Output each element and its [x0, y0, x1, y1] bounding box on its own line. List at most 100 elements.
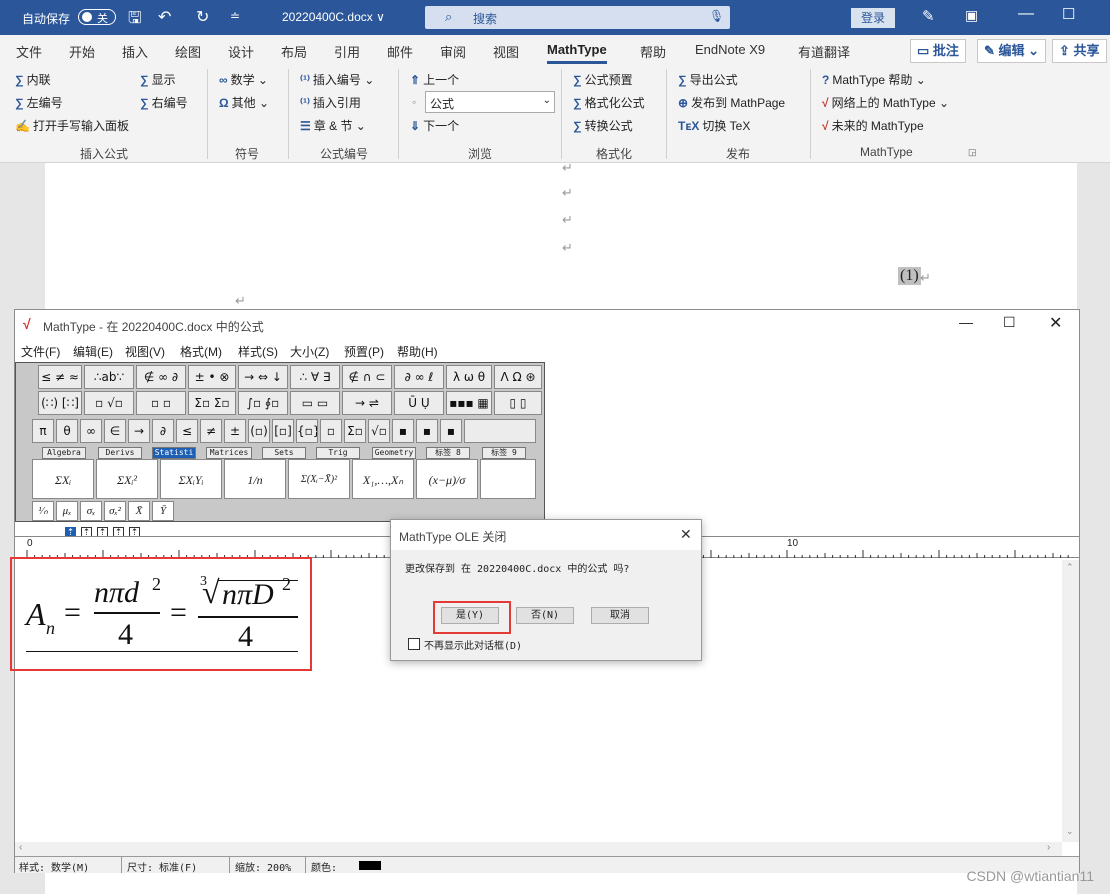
- share-button[interactable]: ⇪ 共享: [1052, 39, 1107, 63]
- tab-youdao[interactable]: 有道翻译: [798, 42, 850, 61]
- small-template-y-bar[interactable]: Ȳ: [152, 501, 174, 521]
- palette-fractions[interactable]: ▫ √▫: [84, 391, 134, 415]
- template-braces[interactable]: {▫}: [296, 419, 318, 443]
- palette-embellishments[interactable]: ∉ ∞ ∂: [136, 365, 186, 389]
- small-template-1-over-n[interactable]: ¹⁄ₙ: [32, 501, 54, 521]
- tab-statistics[interactable]: Statisti: [152, 447, 196, 459]
- menu-help[interactable]: 帮助(H): [397, 343, 438, 360]
- document-name[interactable]: 20220400C.docx ∨: [282, 10, 385, 24]
- symbol-neq[interactable]: ≠: [200, 419, 222, 443]
- browse-type-select[interactable]: ◦ 公式 ⌄: [412, 91, 555, 113]
- palette-empty-slot[interactable]: [464, 419, 536, 443]
- symbol-partial[interactable]: ∂: [152, 419, 174, 443]
- palette-sets[interactable]: ∉ ∩ ⊂: [342, 365, 392, 389]
- publish-mathpage-button[interactable]: ⊕ 发布到 MathPage: [678, 94, 785, 111]
- insert-number-button[interactable]: ⁽¹⁾ 插入编号 ⌄: [300, 71, 374, 88]
- template-parens[interactable]: (▫): [248, 419, 270, 443]
- handwriting-panel-button[interactable]: ✍ 打开手写输入面板: [15, 117, 129, 134]
- left-number-button[interactable]: ∑ 左编号: [15, 94, 63, 111]
- tab-derivs[interactable]: Derivs: [98, 447, 142, 459]
- right-number-button[interactable]: ∑ 右编号: [140, 94, 188, 111]
- tab-view[interactable]: 视图: [493, 42, 519, 61]
- small-template-x-bar[interactable]: X̄: [128, 501, 150, 521]
- small-template-mu[interactable]: μₓ: [56, 501, 78, 521]
- template-x-list[interactable]: X₁,…,Xₙ: [352, 459, 414, 499]
- template-superscript[interactable]: ▪: [392, 419, 414, 443]
- insert-reference-button[interactable]: ⁽¹⁾ 插入引用: [300, 94, 361, 111]
- color-swatch[interactable]: [359, 861, 381, 870]
- template-sum-x-squared[interactable]: ΣXᵢ²: [96, 459, 158, 499]
- horizontal-scrollbar[interactable]: ‹ ›: [15, 842, 1062, 856]
- symbol-plusminus[interactable]: ±: [224, 419, 246, 443]
- palette-bars[interactable]: ▭ ▭: [290, 391, 340, 415]
- autosave-toggle[interactable]: 关: [78, 9, 116, 25]
- palette-boxes[interactable]: ▯ ▯: [494, 391, 542, 415]
- tab-endnote[interactable]: EndNote X9: [695, 42, 765, 57]
- template-sum-x[interactable]: ΣXᵢ: [32, 459, 94, 499]
- cancel-button[interactable]: 取消: [591, 607, 649, 624]
- minimize-icon[interactable]: —: [1018, 5, 1034, 23]
- minimize-icon[interactable]: —: [959, 314, 973, 330]
- template-subsup[interactable]: ▪: [440, 419, 462, 443]
- dialog-launcher-icon[interactable]: ◲: [968, 147, 977, 158]
- tab-home[interactable]: 开始: [69, 42, 95, 61]
- ribbon-display-icon[interactable]: ▣: [965, 7, 978, 24]
- template-empty-slot[interactable]: [480, 459, 536, 499]
- maximize-icon[interactable]: ☐: [1062, 5, 1075, 23]
- login-button[interactable]: 登录: [851, 8, 895, 28]
- symbol-theta[interactable]: θ: [56, 419, 78, 443]
- customize-qat-icon[interactable]: ≐: [230, 9, 240, 23]
- undo-icon[interactable]: ↶: [158, 7, 171, 27]
- palette-sums[interactable]: Σ▫ Σ▫: [188, 391, 236, 415]
- scroll-left-icon[interactable]: ‹: [19, 842, 22, 853]
- toggle-tex-button[interactable]: TᴇX 切换 TeX: [678, 117, 750, 134]
- palette-greek-lower[interactable]: λ ω θ: [446, 365, 492, 389]
- template-variance-sum[interactable]: Σ(Xᵢ−X̄)²: [288, 459, 350, 499]
- palette-relations[interactable]: ≤ ≠ ≈: [38, 365, 82, 389]
- previous-button[interactable]: ⇑ 上一个: [410, 71, 459, 88]
- tab-trig[interactable]: Trig: [316, 447, 360, 459]
- symbol-leq[interactable]: ≤: [176, 419, 198, 443]
- symbol-arrow[interactable]: →: [128, 419, 150, 443]
- maximize-icon[interactable]: ☐: [1003, 314, 1016, 331]
- export-formula-button[interactable]: ∑ 导出公式: [678, 71, 738, 88]
- symbol-element-of[interactable]: ∈: [104, 419, 126, 443]
- other-symbols-button[interactable]: Ω 其他 ⌄: [219, 94, 269, 111]
- palette-logic[interactable]: ∴ ∀ ∃: [290, 365, 340, 389]
- tab-draw[interactable]: 绘图: [175, 42, 201, 61]
- vertical-scrollbar[interactable]: ⌃ ⌄: [1062, 560, 1079, 842]
- menu-edit[interactable]: 编辑(E): [73, 343, 113, 360]
- palette-spaces[interactable]: ∴ab∵: [84, 365, 134, 389]
- template-sum-xy[interactable]: ΣXᵢYᵢ: [160, 459, 222, 499]
- pen-icon[interactable]: ✎: [922, 7, 935, 25]
- status-color[interactable]: 颜色:: [311, 859, 337, 874]
- tab-9[interactable]: 标签 9: [482, 447, 526, 459]
- tab-algebra[interactable]: Algebra: [42, 447, 86, 459]
- symbol-infinity[interactable]: ∞: [80, 419, 102, 443]
- template-z-score[interactable]: (x−μ)/σ: [416, 459, 478, 499]
- tab-geometry[interactable]: Geometry: [372, 447, 416, 459]
- tab-mailings[interactable]: 邮件: [387, 42, 413, 61]
- tab-references[interactable]: 引用: [334, 42, 360, 61]
- equation-number[interactable]: (1): [898, 267, 921, 285]
- symbol-pi[interactable]: π: [32, 419, 54, 443]
- dont-show-checkbox[interactable]: [408, 638, 420, 650]
- status-zoom[interactable]: 缩放: 200%: [235, 859, 291, 874]
- close-icon[interactable]: ✕: [680, 526, 692, 543]
- template-subscript[interactable]: ▪: [416, 419, 438, 443]
- tab-layout[interactable]: 布局: [281, 42, 307, 61]
- palette-products[interactable]: Ū Ụ: [394, 391, 444, 415]
- scroll-right-icon[interactable]: ›: [1047, 842, 1050, 853]
- palette-integrals[interactable]: ∫▫ ∮▫: [238, 391, 288, 415]
- menu-style[interactable]: 样式(S): [238, 343, 278, 360]
- mathtype-online-button[interactable]: √ 网络上的 MathType ⌄: [822, 94, 949, 111]
- comment-button[interactable]: ▭ 批注: [910, 39, 966, 63]
- tab-design[interactable]: 设计: [228, 42, 254, 61]
- small-template-sigma-squared[interactable]: σₓ²: [104, 501, 126, 521]
- tab-8[interactable]: 标签 8: [426, 447, 470, 459]
- scroll-down-icon[interactable]: ⌄: [1066, 826, 1074, 837]
- next-button[interactable]: ⇓ 下一个: [410, 117, 459, 134]
- microphone-icon[interactable]: 🎙: [709, 9, 724, 23]
- status-style[interactable]: 样式: 数学(M): [19, 859, 89, 874]
- template-sqrt[interactable]: √▫: [368, 419, 390, 443]
